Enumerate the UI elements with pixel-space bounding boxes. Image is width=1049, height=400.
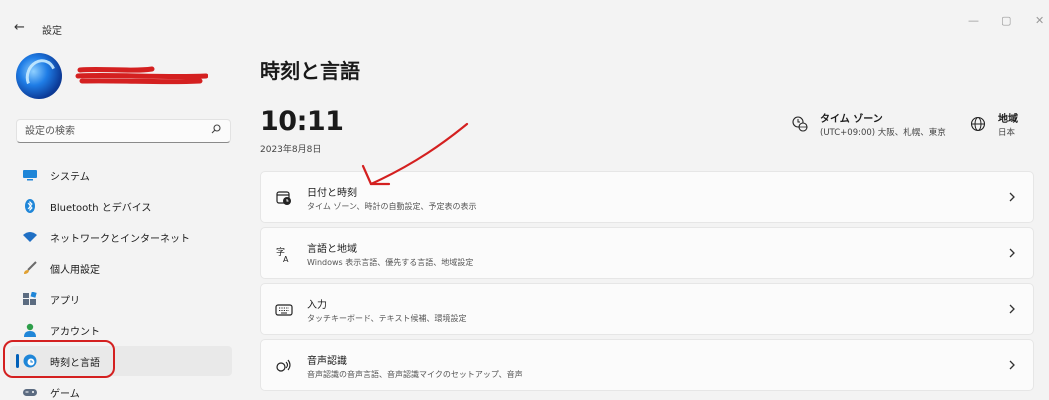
sidebar-item-bluetooth[interactable]: Bluetooth とデバイス: [10, 191, 232, 221]
back-icon[interactable]: ←: [14, 20, 25, 35]
card-subtitle: タイム ゾーン、時計の自動設定、予定表の表示: [307, 202, 477, 211]
sidebar-item-label: 個人用設定: [50, 265, 100, 276]
maximize-button[interactable]: ▢: [1001, 14, 1011, 27]
redacted-username: [75, 66, 208, 85]
sidebar-item-gaming[interactable]: ゲーム: [10, 377, 232, 400]
avatar[interactable]: [16, 53, 62, 99]
sidebar-item-personalization[interactable]: 個人用設定: [10, 253, 232, 283]
timezone-title: タイム ゾーン: [820, 114, 883, 125]
gamepad-icon: [23, 389, 37, 396]
sidebar-item-label: ゲーム: [50, 389, 80, 400]
card-date-time[interactable]: 日付と時刻 タイム ゾーン、時計の自動設定、予定表の表示: [260, 171, 1034, 223]
globe-icon: [970, 116, 986, 132]
region-title: 地域: [998, 114, 1018, 125]
current-time: 10:11: [260, 106, 344, 137]
card-title: 日付と時刻: [307, 188, 357, 199]
title-bar: ← 設定 — ▢ ✕: [0, 0, 1049, 52]
speech-icon: [276, 359, 291, 372]
wifi-icon: [23, 232, 37, 242]
calendar-clock-icon: [276, 191, 291, 205]
minimize-button[interactable]: —: [968, 14, 979, 27]
card-subtitle: タッチキーボード、テキスト候補、環境設定: [307, 314, 467, 323]
svg-text:A: A: [283, 255, 289, 263]
sidebar-item-network[interactable]: ネットワークとインターネット: [10, 222, 232, 252]
annotation-box: [3, 340, 115, 378]
card-typing[interactable]: 入力 タッチキーボード、テキスト候補、環境設定: [260, 283, 1034, 335]
sidebar-item-label: アプリ: [50, 296, 80, 307]
card-speech[interactable]: 音声認識 音声認識の音声言語、音声認識マイクのセットアップ、音声: [260, 339, 1034, 391]
card-title: 音声認識: [307, 356, 347, 367]
region-value: 日本: [998, 128, 1016, 138]
language-icon: 字 A: [276, 246, 289, 263]
card-language-region[interactable]: 字 A 言語と地域 Windows 表示言語、優先する言語、地域設定: [260, 227, 1034, 279]
app-title: 設定: [42, 26, 62, 37]
bluetooth-icon: [25, 199, 35, 213]
current-date: 2023年8月8日: [260, 145, 322, 155]
timezone-icon: [792, 116, 808, 132]
keyboard-icon: [275, 304, 293, 316]
card-subtitle: 音声認識の音声言語、音声認識マイクのセットアップ、音声: [307, 370, 523, 379]
sidebar-item-label: Bluetooth とデバイス: [50, 203, 152, 214]
timezone-value: (UTC+09:00) 大阪、札幌、東京: [820, 128, 946, 138]
chevron-right-icon: [1009, 192, 1015, 202]
card-subtitle: Windows 表示言語、優先する言語、地域設定: [307, 258, 474, 267]
page-title: 時刻と言語: [260, 59, 360, 83]
card-title: 言語と地域: [307, 244, 357, 255]
monitor-icon: [23, 170, 37, 181]
brush-icon: [24, 261, 37, 274]
person-icon: [24, 323, 36, 337]
close-button[interactable]: ✕: [1035, 14, 1044, 27]
search-input[interactable]: [25, 123, 205, 140]
sidebar-item-label: アカウント: [50, 327, 100, 338]
sidebar-item-apps[interactable]: アプリ: [10, 284, 232, 314]
sidebar-item-label: ネットワークとインターネット: [50, 234, 190, 245]
sidebar-item-system[interactable]: システム: [10, 160, 232, 190]
search-icon[interactable]: [211, 124, 221, 134]
sidebar-item-label: システム: [50, 172, 90, 183]
search-box[interactable]: [16, 119, 231, 143]
chevron-right-icon: [1009, 304, 1015, 314]
chevron-right-icon: [1009, 248, 1015, 258]
apps-icon: [23, 292, 37, 305]
chevron-right-icon: [1009, 360, 1015, 370]
card-title: 入力: [307, 300, 327, 311]
